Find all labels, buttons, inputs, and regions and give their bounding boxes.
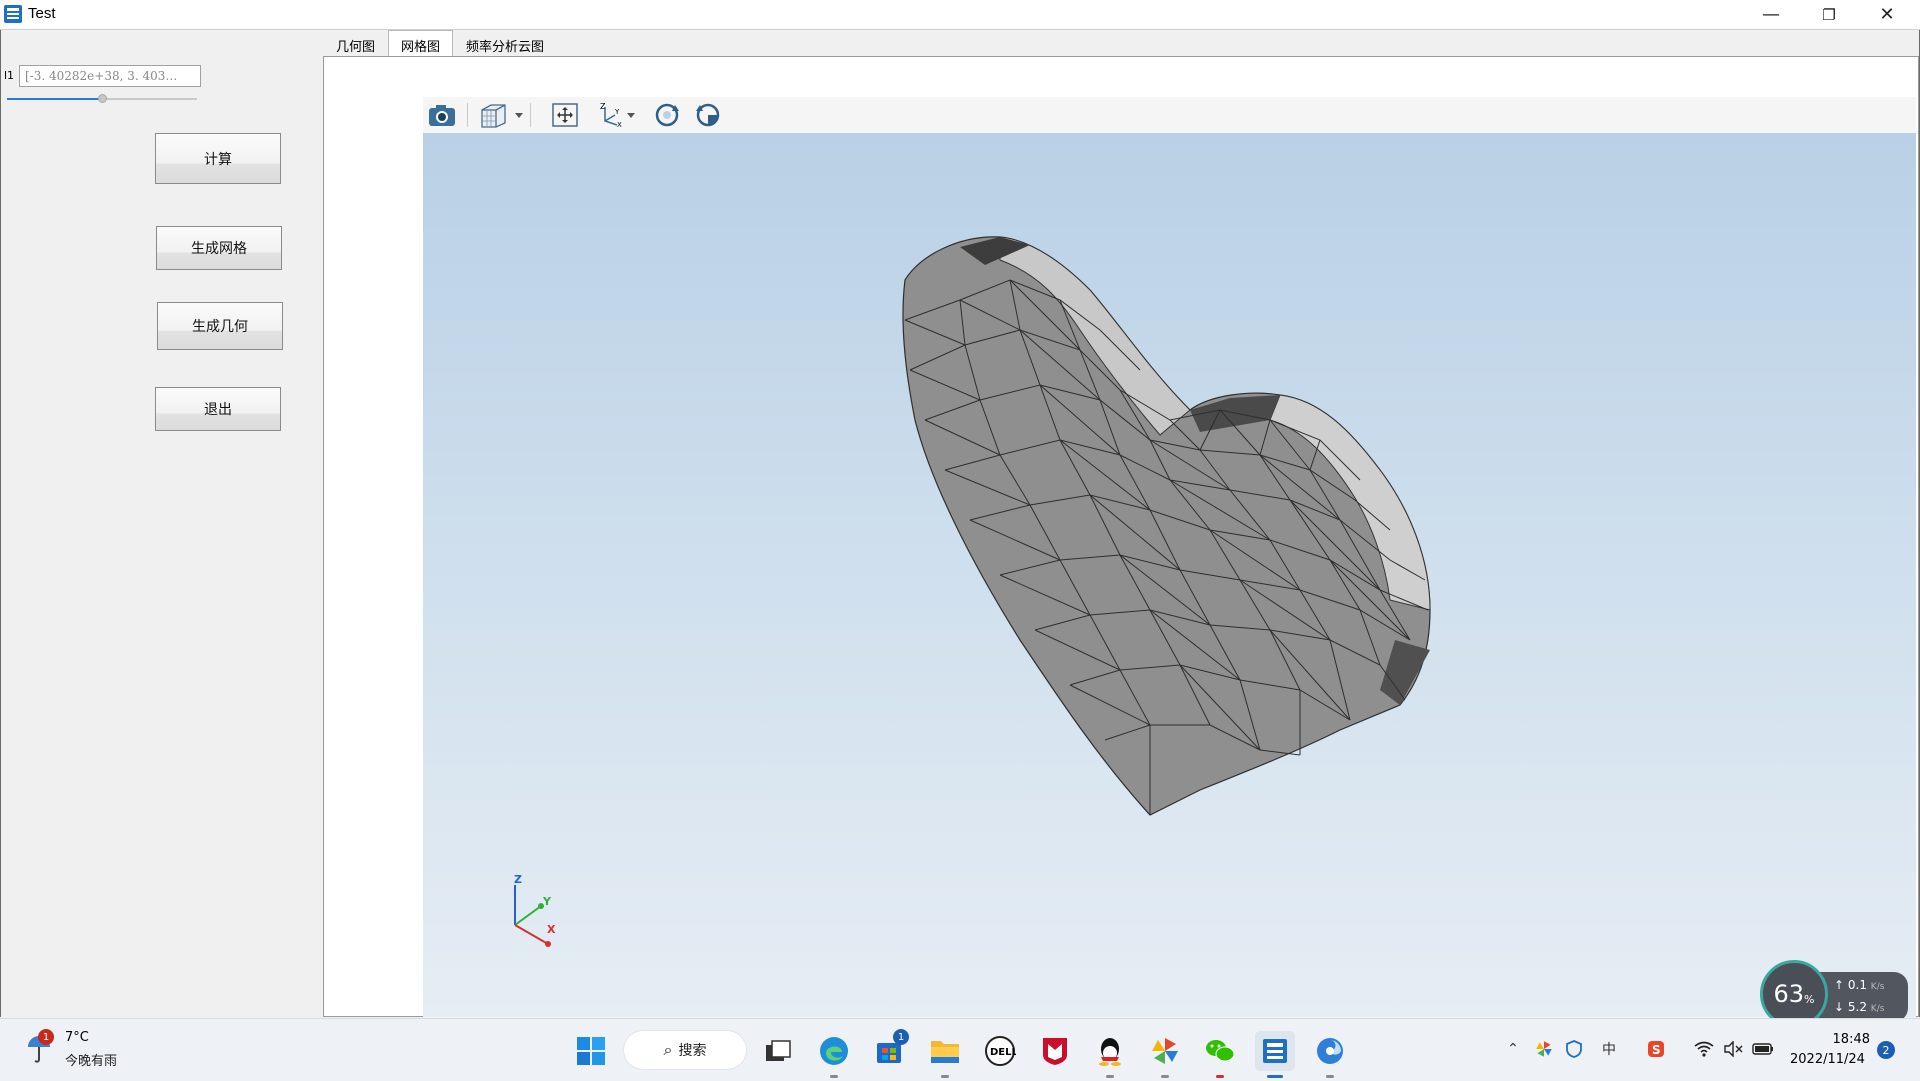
dell-icon[interactable]: DELL	[980, 1031, 1020, 1071]
svg-text:Z: Z	[600, 102, 606, 111]
axis-x-label: X	[547, 923, 556, 936]
heart-mesh	[902, 236, 1431, 816]
rotate-icon[interactable]	[653, 101, 681, 129]
upload-speed: ↑ 0.1 K/s	[1834, 978, 1885, 992]
tab-mesh[interactable]: 网格图	[388, 30, 454, 58]
tray-shield-icon[interactable]	[1563, 1039, 1585, 1059]
wifi-icon[interactable]	[1693, 1039, 1715, 1059]
param-range-input[interactable]: [-3. 40282e+38, 3. 403…	[19, 65, 201, 87]
toolbar-separator	[530, 103, 531, 127]
notification-badge[interactable]: 2	[1877, 1041, 1895, 1059]
generate-mesh-button[interactable]: 生成网格	[156, 226, 282, 270]
clock-date[interactable]: 2022/11/24	[1790, 1052, 1865, 1067]
download-speed: ↓ 5.2 K/s	[1834, 1000, 1885, 1014]
network-speed-widget[interactable]: ↑ 0.1 K/s ↓ 5.2 K/s 63%	[1760, 960, 1910, 1028]
toolbar-separator	[467, 103, 468, 127]
qq-icon[interactable]	[1090, 1031, 1130, 1078]
file-explorer-icon[interactable]	[925, 1031, 965, 1078]
tray-pinwheel-icon[interactable]	[1533, 1039, 1555, 1059]
axis-y-label: Y	[543, 895, 551, 908]
pinwheel-app-icon[interactable]	[1145, 1031, 1185, 1078]
svg-text:S: S	[1652, 1043, 1661, 1057]
axes-icon[interactable]: ZYX	[595, 101, 639, 129]
task-view-icon[interactable]	[758, 1031, 798, 1071]
minimize-button[interactable]: —	[1742, 0, 1800, 29]
mesh-viewer: ZYX Z Y X	[423, 97, 1916, 1017]
app-icon	[4, 5, 22, 23]
fit-all-icon[interactable]	[551, 101, 579, 129]
weather-icon[interactable]: 1	[24, 1029, 54, 1069]
heart-mesh-render	[514, 236, 1431, 947]
title-bar: Test — ❐ ✕	[0, 0, 1920, 30]
volume-muted-icon[interactable]	[1722, 1039, 1744, 1059]
taskbar: 1 7°C 今晚有雨 ⌕ 搜索 1 DELL ⌃ 中 S 18:48 2022/…	[0, 1018, 1920, 1081]
memory-percent: 63	[1773, 980, 1805, 1008]
close-button[interactable]: ✕	[1858, 0, 1916, 29]
compute-button[interactable]: 计算	[155, 133, 281, 184]
input-method-indicator[interactable]: 中	[1598, 1039, 1620, 1059]
weather-temp: 7°C	[65, 1030, 89, 1045]
svg-text:DELL: DELL	[990, 1047, 1016, 1058]
tab-geometry[interactable]: 几何图	[323, 30, 388, 59]
weather-badge: 1	[38, 1029, 54, 1045]
start-icon[interactable]	[571, 1031, 611, 1071]
wechat-icon[interactable]	[1200, 1031, 1240, 1078]
edge-icon[interactable]	[814, 1031, 854, 1078]
render-scene[interactable]: Z Y X	[423, 133, 1916, 1017]
generate-geometry-button[interactable]: 生成几何	[157, 302, 283, 350]
tray-expand-icon[interactable]: ⌃	[1503, 1039, 1523, 1059]
search-icon: ⌕	[663, 1040, 673, 1059]
battery-icon[interactable]	[1752, 1039, 1774, 1059]
speed-panel: ↑ 0.1 K/s ↓ 5.2 K/s	[1814, 972, 1908, 1022]
tab-bar: 几何图 网格图 频率分析云图	[323, 30, 557, 59]
weather-desc: 今晚有雨	[65, 1054, 118, 1069]
exit-button[interactable]: 退出	[155, 387, 281, 431]
taskbar-search[interactable]: ⌕ 搜索	[624, 1031, 746, 1069]
axis-z-label: Z	[514, 873, 522, 886]
tray-sogou-icon[interactable]: S	[1645, 1039, 1667, 1059]
camera-icon[interactable]	[427, 101, 457, 129]
test-app-taskbar-icon[interactable]	[1255, 1031, 1295, 1078]
view-cube-icon[interactable]	[479, 101, 525, 129]
svg-text:X: X	[617, 121, 622, 129]
mcafee-icon[interactable]	[1035, 1031, 1075, 1071]
control-panel: l1 [-3. 40282e+38, 3. 403… 计算 生成网格 生成几何 …	[1, 30, 323, 1017]
viewer-toolbar: ZYX	[423, 97, 1916, 134]
window-title: Test	[28, 5, 56, 22]
restore-button[interactable]: ❐	[1800, 0, 1858, 29]
search-label: 搜索	[678, 1043, 707, 1059]
tab-frequency-analysis[interactable]: 频率分析云图	[453, 30, 557, 59]
store-badge: 1	[893, 1029, 909, 1045]
clock-time[interactable]: 18:48	[1820, 1032, 1870, 1047]
param-slider-fill	[7, 98, 102, 100]
store-icon[interactable]: 1	[869, 1029, 909, 1071]
param-slider-handle[interactable]	[98, 94, 107, 103]
swirl-app-icon[interactable]	[1310, 1031, 1350, 1078]
param-label: l1	[4, 69, 15, 82]
svg-text:Y: Y	[614, 108, 620, 116]
reset-view-icon[interactable]	[694, 101, 722, 129]
